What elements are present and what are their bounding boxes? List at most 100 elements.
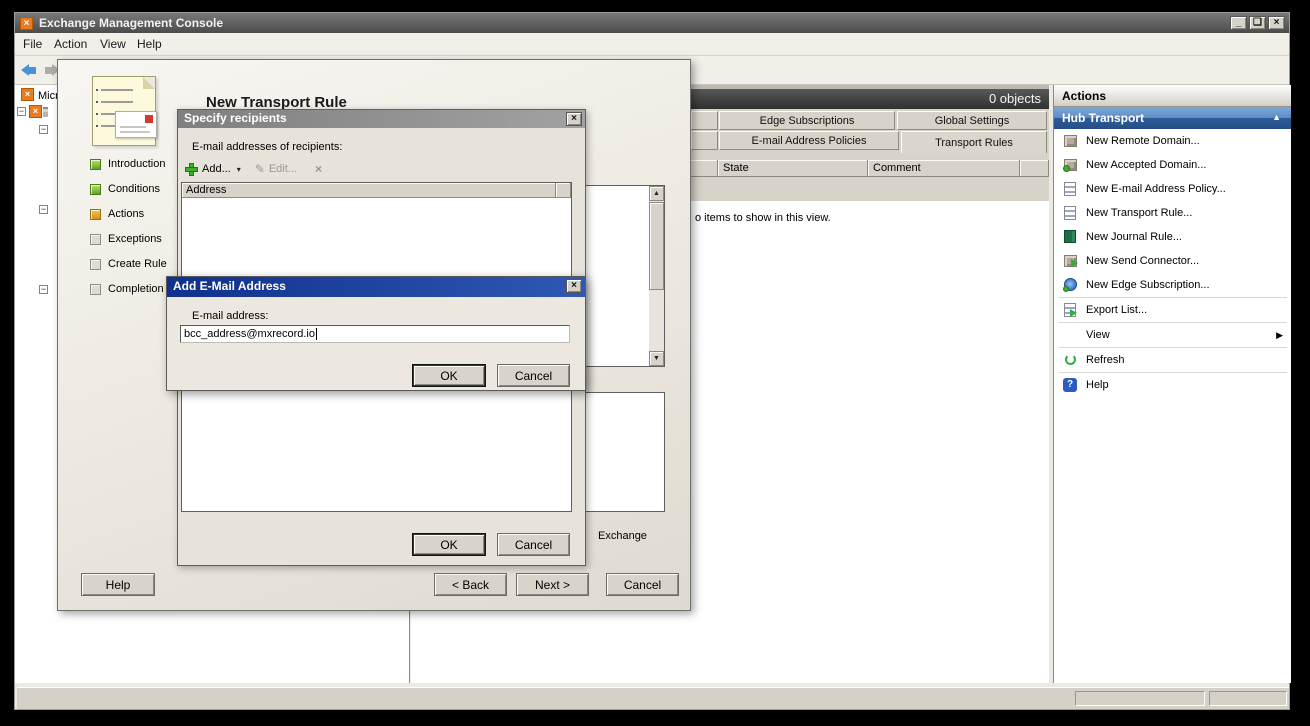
exchange-management-console-window: × Exchange Management Console _ ❏ × File… [14, 12, 1290, 710]
expand-toggle-icon[interactable]: − [39, 285, 48, 294]
step-status-icon [90, 209, 101, 220]
action-view[interactable]: View ▶ [1054, 323, 1291, 347]
back-arrow-shape [21, 64, 29, 76]
address-column-end[interactable] [556, 183, 571, 198]
wizard-step-exceptions: Exceptions [90, 233, 162, 245]
minimize-icon[interactable]: _ [1230, 16, 1247, 30]
email-address-input[interactable]: bcc_address@mxrecord.io [180, 325, 570, 343]
accepted-domain-icon [1062, 157, 1078, 173]
column-header-comment[interactable]: Comment [868, 160, 1020, 177]
add-button[interactable]: Add... [202, 163, 231, 175]
tree-root-label[interactable]: Micr [38, 90, 59, 102]
status-segment [1209, 691, 1287, 706]
action-help[interactable]: ? Help [1054, 373, 1291, 397]
edit-button[interactable]: Edit... [269, 163, 297, 175]
email-address-policy-icon [1062, 181, 1078, 197]
empty-view-message: o items to show in this view. [695, 212, 831, 224]
wizard-step-actions: Actions [90, 208, 144, 220]
action-new-edge-subscription[interactable]: New Edge Subscription... [1054, 273, 1291, 297]
email-address-value: bcc_address@mxrecord.io [184, 328, 315, 340]
menu-help[interactable]: Help [137, 37, 162, 51]
close-icon[interactable]: × [1268, 16, 1285, 30]
wizard-step-conditions: Conditions [90, 183, 160, 195]
window-titlebar[interactable]: × Exchange Management Console _ ❏ × [15, 13, 1289, 33]
wizard-next-button[interactable]: Next > [516, 573, 589, 596]
tab-email-address-policies[interactable]: E-mail Address Policies [719, 131, 899, 150]
help-icon: ? [1062, 377, 1078, 393]
dialog-title: Add E-Mail Address [173, 279, 286, 293]
dialog-titlebar[interactable]: Add E-Mail Address × [167, 277, 585, 297]
transport-rule-icon [1062, 205, 1078, 221]
chevron-down-icon[interactable]: ▾ [237, 165, 241, 174]
server-badge-icon [43, 107, 48, 117]
dialog-titlebar[interactable]: Specify recipients × [178, 110, 585, 128]
tab-global-settings[interactable]: Global Settings [897, 111, 1047, 130]
add-email-address-dialog: Add E-Mail Address × E-mail address: bcc… [166, 276, 586, 391]
scrollbar-thumb[interactable] [649, 202, 664, 290]
forward-arrow-bar [45, 67, 52, 74]
envelope-icon [115, 111, 157, 138]
status-bar [17, 687, 1289, 709]
action-new-accepted-domain[interactable]: New Accepted Domain... [1054, 153, 1291, 177]
status-segment [1075, 691, 1205, 706]
window-title: Exchange Management Console [39, 16, 223, 30]
restore-icon[interactable]: ❏ [1249, 16, 1266, 30]
address-column-header[interactable]: Address [182, 183, 556, 198]
remote-domain-icon [1062, 133, 1078, 149]
actions-panel: Actions Hub Transport ▲ New Remote Domai… [1053, 85, 1291, 683]
scrollbar-down-icon[interactable]: ▼ [649, 351, 664, 366]
expand-toggle-icon[interactable]: − [17, 107, 26, 116]
column-header-end[interactable] [1020, 160, 1049, 177]
action-new-email-address-policy[interactable]: New E-mail Address Policy... [1054, 177, 1291, 201]
actions-panel-title: Actions [1054, 85, 1291, 107]
scrollbar-up-icon[interactable]: ▲ [649, 186, 664, 201]
action-new-remote-domain[interactable]: New Remote Domain... [1054, 129, 1291, 153]
action-new-journal-rule[interactable]: New Journal Rule... [1054, 225, 1291, 249]
step-status-icon [90, 284, 101, 295]
hub-transport-label: Hub Transport [1062, 111, 1144, 125]
step-status-icon [90, 234, 101, 245]
tab-stub-top[interactable] [691, 111, 718, 130]
text-caret [316, 328, 317, 340]
send-connector-icon [1062, 253, 1078, 269]
scrollbar[interactable]: ▲ ▼ [649, 186, 664, 366]
add-plus-icon [185, 163, 198, 176]
expand-toggle-icon[interactable]: − [39, 125, 48, 134]
action-new-send-connector[interactable]: New Send Connector... [1054, 249, 1291, 273]
step-status-icon [90, 184, 101, 195]
back-icon[interactable] [21, 62, 41, 78]
column-header-state[interactable]: State [718, 160, 868, 177]
wizard-back-button[interactable]: < Back [434, 573, 507, 596]
action-export-list[interactable]: Export List... [1054, 298, 1291, 322]
collapse-arrow-icon[interactable]: ▲ [1272, 112, 1281, 122]
add-ok-button[interactable]: OK [412, 364, 486, 387]
journal-rule-icon [1062, 229, 1078, 245]
tab-stub-bottom[interactable] [691, 131, 718, 150]
tab-edge-subscriptions[interactable]: Edge Subscriptions [719, 111, 895, 130]
add-cancel-button[interactable]: Cancel [497, 364, 570, 387]
step-status-icon [90, 259, 101, 270]
delete-x-icon[interactable]: × [315, 162, 322, 176]
recipients-label: E-mail addresses of recipients: [192, 141, 342, 153]
wizard-help-button[interactable]: Help [81, 573, 155, 596]
wizard-step-completion: Completion [90, 283, 164, 295]
wizard-step-create-rule: Create Rule [90, 258, 167, 270]
menu-action[interactable]: Action [54, 37, 87, 51]
tab-transport-rules[interactable]: Transport Rules [901, 131, 1047, 153]
hub-transport-group-header[interactable]: Hub Transport ▲ [1054, 107, 1291, 129]
menu-view[interactable]: View [100, 37, 126, 51]
recipients-cancel-button[interactable]: Cancel [497, 533, 570, 556]
action-refresh[interactable]: Refresh [1054, 348, 1291, 372]
export-list-icon [1062, 302, 1078, 318]
expand-toggle-icon[interactable]: − [39, 205, 48, 214]
blank-icon [1062, 327, 1078, 343]
action-new-transport-rule[interactable]: New Transport Rule... [1054, 201, 1291, 225]
menu-file[interactable]: File [23, 37, 42, 51]
exchange-app-icon: × [20, 17, 33, 30]
recipients-ok-button[interactable]: OK [412, 533, 486, 556]
edit-pencil-icon: ✎ [255, 162, 265, 176]
close-icon[interactable]: × [566, 279, 582, 293]
close-icon[interactable]: × [566, 112, 582, 126]
wizard-step-introduction: Introduction [90, 158, 165, 170]
wizard-cancel-button[interactable]: Cancel [606, 573, 679, 596]
